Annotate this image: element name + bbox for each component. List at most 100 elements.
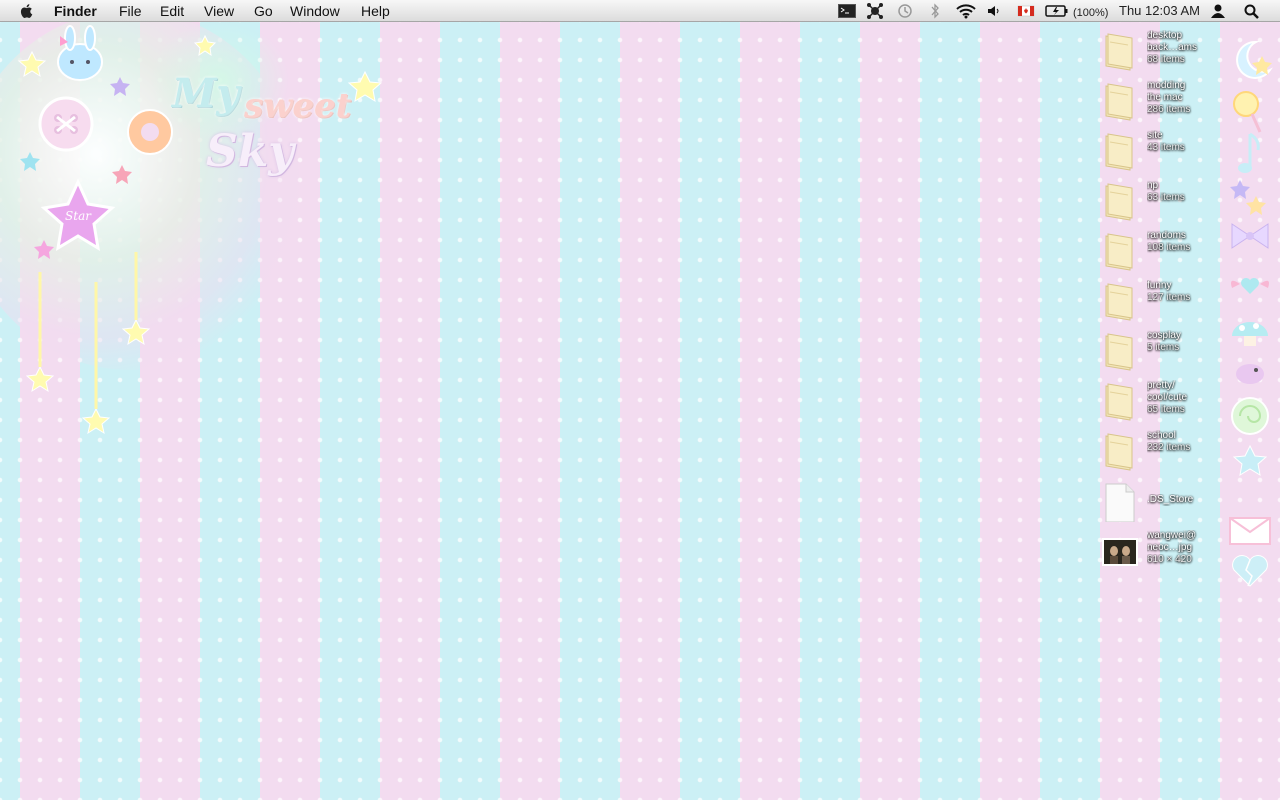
desktop-item-name: desktop (1147, 30, 1183, 41)
lollipop-icon (1233, 91, 1262, 133)
desktop-item[interactable]: cosplay 5 items (1100, 330, 1210, 374)
desktop-item-name: the mac (1147, 92, 1183, 103)
menu-view[interactable]: View (204, 2, 234, 20)
menu-help[interactable]: Help (361, 2, 390, 20)
document-icon (1105, 483, 1135, 522)
desktop-item-name: randoms (1147, 230, 1186, 241)
stars-icon (1230, 180, 1266, 215)
mushroom-icon (1232, 322, 1268, 346)
desktop-item-count: 286 items (1147, 104, 1191, 115)
menu-bar: Finder File Edit View Go Window Help (10… (0, 0, 1280, 22)
folder-icon (1105, 433, 1133, 471)
bird-icon (1236, 364, 1264, 384)
desktop-item-count: 108 items (1147, 242, 1191, 253)
menu-file[interactable]: File (119, 2, 142, 20)
desktop-item-labels: cosplay 5 items (1147, 330, 1213, 354)
menubar-clock[interactable]: Thu 12:03 AM (1119, 3, 1200, 19)
wallpaper-title-sky: Sky (206, 126, 294, 177)
gear-network-icon[interactable] (866, 3, 884, 19)
desktop-item-name: site (1147, 130, 1163, 141)
spotlight-search-icon[interactable] (1243, 3, 1261, 19)
folder-icon (1105, 83, 1133, 121)
desktop-item-labels: funny 127 items (1147, 280, 1213, 304)
desktop-item[interactable]: np 63 items (1100, 180, 1210, 224)
desktop-item[interactable]: school 232 items (1100, 430, 1210, 474)
desktop-item-name: school (1147, 430, 1176, 441)
time-machine-icon[interactable] (896, 3, 914, 19)
star-badge-icon: Star (40, 178, 116, 251)
desktop-item[interactable]: randoms 108 items (1100, 230, 1210, 274)
desktop-item-name: pretty/ (1147, 380, 1175, 391)
desktop-item-labels: wangwei@ neoc…jpg 610 × 420 (1147, 530, 1213, 566)
wifi-icon[interactable] (955, 3, 977, 19)
menu-go[interactable]: Go (254, 2, 273, 20)
desktop-item[interactable]: wangwei@ neoc…jpg 610 × 420 (1100, 530, 1210, 574)
user-icon[interactable] (1209, 3, 1227, 19)
bunny-charm-icon (57, 25, 103, 81)
menu-edit[interactable]: Edit (160, 2, 184, 20)
desktop-item-name: cosplay (1147, 330, 1181, 341)
desktop-item-count: 63 items (1147, 192, 1185, 203)
desktop-item-name: funny (1147, 280, 1172, 291)
folder-icon (1105, 333, 1133, 371)
star-icon (1232, 444, 1268, 476)
folder-icon (1105, 133, 1133, 171)
desktop-item-name: neoc…jpg (1147, 542, 1193, 553)
star-badge-text: Star (65, 209, 92, 223)
canada-flag-icon[interactable] (1017, 3, 1035, 19)
menu-window[interactable]: Window (290, 2, 340, 20)
wallpaper-title-sweet: sweet (244, 86, 352, 126)
desktop-item-name: cool/cute (1147, 392, 1188, 403)
folder-icon (1105, 233, 1133, 271)
desktop-item-count: 232 items (1147, 442, 1191, 453)
desktop-item-count: 127 items (1147, 292, 1191, 303)
desktop-item-labels: .DS_Store (1147, 494, 1213, 506)
envelope-icon (1229, 517, 1271, 545)
folder-icon (1105, 283, 1133, 321)
swirl-candy-icon (1231, 397, 1269, 435)
donut-charm-icon (127, 109, 173, 155)
folder-icon (1105, 33, 1133, 71)
desktop-item-count: 5 items (1147, 342, 1180, 353)
desktop-item[interactable]: modding the mac 286 items (1100, 80, 1210, 124)
bow-icon (1231, 223, 1269, 249)
battery-percent-label[interactable]: (100%) (1073, 5, 1108, 21)
bluetooth-icon[interactable] (926, 3, 944, 19)
image-thumbnail-icon (1102, 538, 1138, 566)
winged-heart-icon (1231, 278, 1269, 294)
desktop-item-count: 43 items (1147, 142, 1185, 153)
terminal-icon[interactable] (838, 3, 856, 19)
folder-icon (1105, 383, 1133, 421)
desktop-item-name: .DS_Store (1147, 494, 1194, 505)
desktop-item[interactable]: desktop back…ams 68 items (1100, 30, 1210, 74)
wallpaper-title: My sweet Sky (172, 66, 392, 196)
desktop-item[interactable]: funny 127 items (1100, 280, 1210, 324)
desktop-item-labels: desktop back…ams 68 items (1147, 30, 1213, 66)
apple-menu-icon[interactable] (18, 2, 36, 20)
desktop-item[interactable]: pretty/cool/cute 65 items (1100, 380, 1210, 424)
broken-heart-icon (1232, 555, 1268, 587)
desktop-item-count: 65 items (1147, 404, 1185, 415)
sticker-column (1229, 40, 1273, 587)
desktop-item-count: 610 × 420 (1147, 554, 1192, 565)
app-menu-finder[interactable]: Finder (54, 2, 97, 20)
desktop-item-labels: randoms 108 items (1147, 230, 1213, 254)
wallpaper-title-my: My (172, 70, 240, 117)
moon-icon (1236, 40, 1273, 79)
desktop-item[interactable]: .DS_Store (1100, 480, 1210, 524)
desktop-item-name: wangwei@ (1147, 530, 1197, 541)
desktop-item-labels: modding the mac 286 items (1147, 80, 1213, 116)
volume-icon[interactable] (985, 3, 1003, 19)
desktop-item-count: 68 items (1147, 54, 1185, 65)
music-note-icon (1238, 132, 1260, 173)
battery-icon[interactable] (1045, 3, 1069, 19)
desktop-item-name: np (1147, 180, 1159, 191)
desktop-item-name: modding (1147, 80, 1186, 91)
desktop-item-labels: site 43 items (1147, 130, 1213, 154)
folder-icon (1105, 183, 1133, 221)
button-charm-icon (38, 96, 94, 152)
desktop-item-labels: np 63 items (1147, 180, 1213, 204)
desktop-item-labels: pretty/cool/cute 65 items (1147, 380, 1213, 416)
desktop-item[interactable]: site 43 items (1100, 130, 1210, 174)
desktop-item-name: back…ams (1147, 42, 1198, 53)
